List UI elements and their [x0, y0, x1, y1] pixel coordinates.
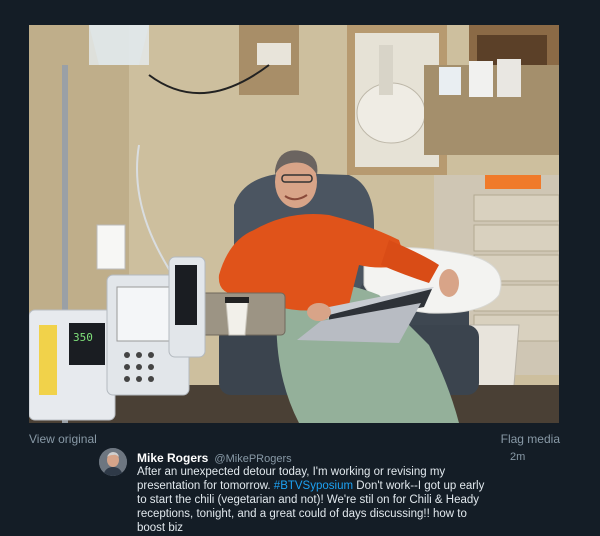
tweet-media-photo[interactable]: 350 — [29, 25, 559, 423]
hashtag-link[interactable]: #BTVSyposium — [274, 480, 353, 492]
author-handle[interactable]: @MikePRogers — [214, 453, 291, 465]
pump-display-text: 350 — [73, 331, 93, 344]
photo-illustration: 350 — [29, 25, 559, 423]
flag-media-link[interactable]: Flag media — [501, 432, 560, 446]
view-original-link[interactable]: View original — [29, 432, 97, 446]
tweet-text: After an unexpected detour today, I'm wo… — [137, 465, 497, 535]
avatar[interactable] — [99, 448, 127, 476]
author-name[interactable]: Mike Rogers — [137, 451, 208, 465]
avatar-image — [99, 448, 127, 476]
tweet-timestamp[interactable]: 2m — [510, 451, 525, 463]
tweet-header: Mike Rogers @MikePRogers 2m — [137, 451, 525, 465]
